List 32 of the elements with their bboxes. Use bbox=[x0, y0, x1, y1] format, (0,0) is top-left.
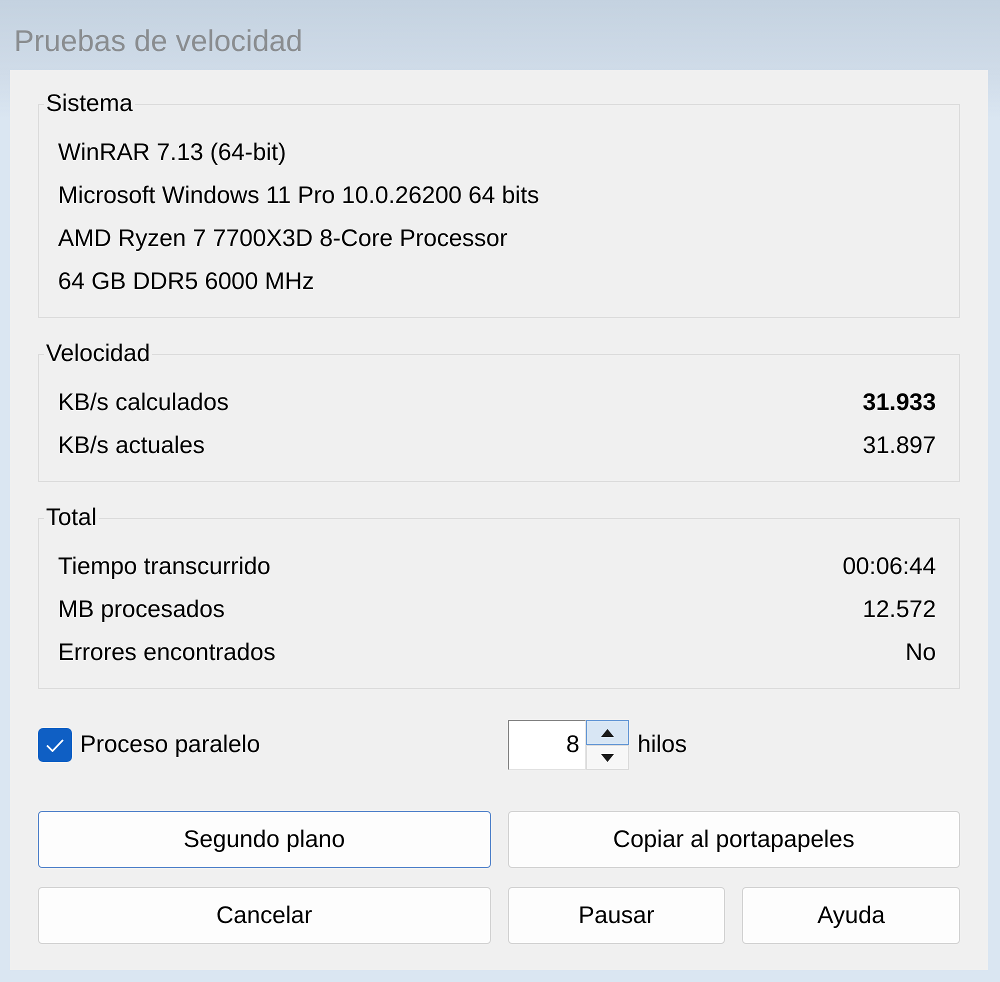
dialog-button[interactable]: Cancelar bbox=[38, 887, 490, 944]
group-title: Sistema bbox=[45, 90, 134, 118]
group-title: Velocidad bbox=[45, 340, 152, 368]
dialog-button[interactable]: Pausar bbox=[508, 887, 726, 944]
up-triangle-icon bbox=[600, 728, 614, 736]
spin-down-button[interactable] bbox=[586, 745, 628, 770]
checkbox-label[interactable]: Proceso paralelo bbox=[80, 730, 260, 760]
dialog-button[interactable]: Segundo plano bbox=[38, 811, 490, 868]
field-value: 31.933 bbox=[862, 388, 936, 418]
window-title: Pruebas de velocidad bbox=[14, 24, 303, 60]
field-label: KB/s calculados bbox=[58, 388, 229, 418]
field-label: Tiempo transcurrido bbox=[58, 552, 271, 582]
info-text: 64 GB DDR5 6000 MHz bbox=[58, 267, 314, 297]
group-title: Total bbox=[45, 504, 98, 532]
field-value: 00:06:44 bbox=[842, 552, 936, 582]
field-label: KB/s actuales bbox=[58, 431, 205, 461]
field-label: MB procesados bbox=[58, 595, 225, 625]
check-icon bbox=[46, 738, 64, 752]
down-triangle-icon bbox=[600, 754, 614, 762]
spin-up-button[interactable] bbox=[586, 720, 628, 745]
info-text: Microsoft Windows 11 Pro 10.0.26200 64 bits bbox=[58, 181, 540, 211]
dialog-button[interactable]: Copiar al portapapeles bbox=[508, 811, 960, 868]
checkbox[interactable] bbox=[38, 728, 72, 762]
info-text: AMD Ryzen 7 7700X3D 8-Core Processor bbox=[58, 224, 508, 254]
field-label: Errores encontrados bbox=[58, 638, 276, 668]
dialog-button[interactable]: Ayuda bbox=[742, 887, 960, 944]
unit-label: hilos bbox=[638, 730, 687, 760]
info-text: WinRAR 7.13 (64-bit) bbox=[58, 138, 286, 168]
number-field[interactable]: 8 bbox=[508, 720, 586, 770]
field-value: 31.897 bbox=[862, 431, 936, 461]
field-value: No bbox=[905, 638, 936, 668]
field-value: 12.572 bbox=[862, 595, 936, 625]
